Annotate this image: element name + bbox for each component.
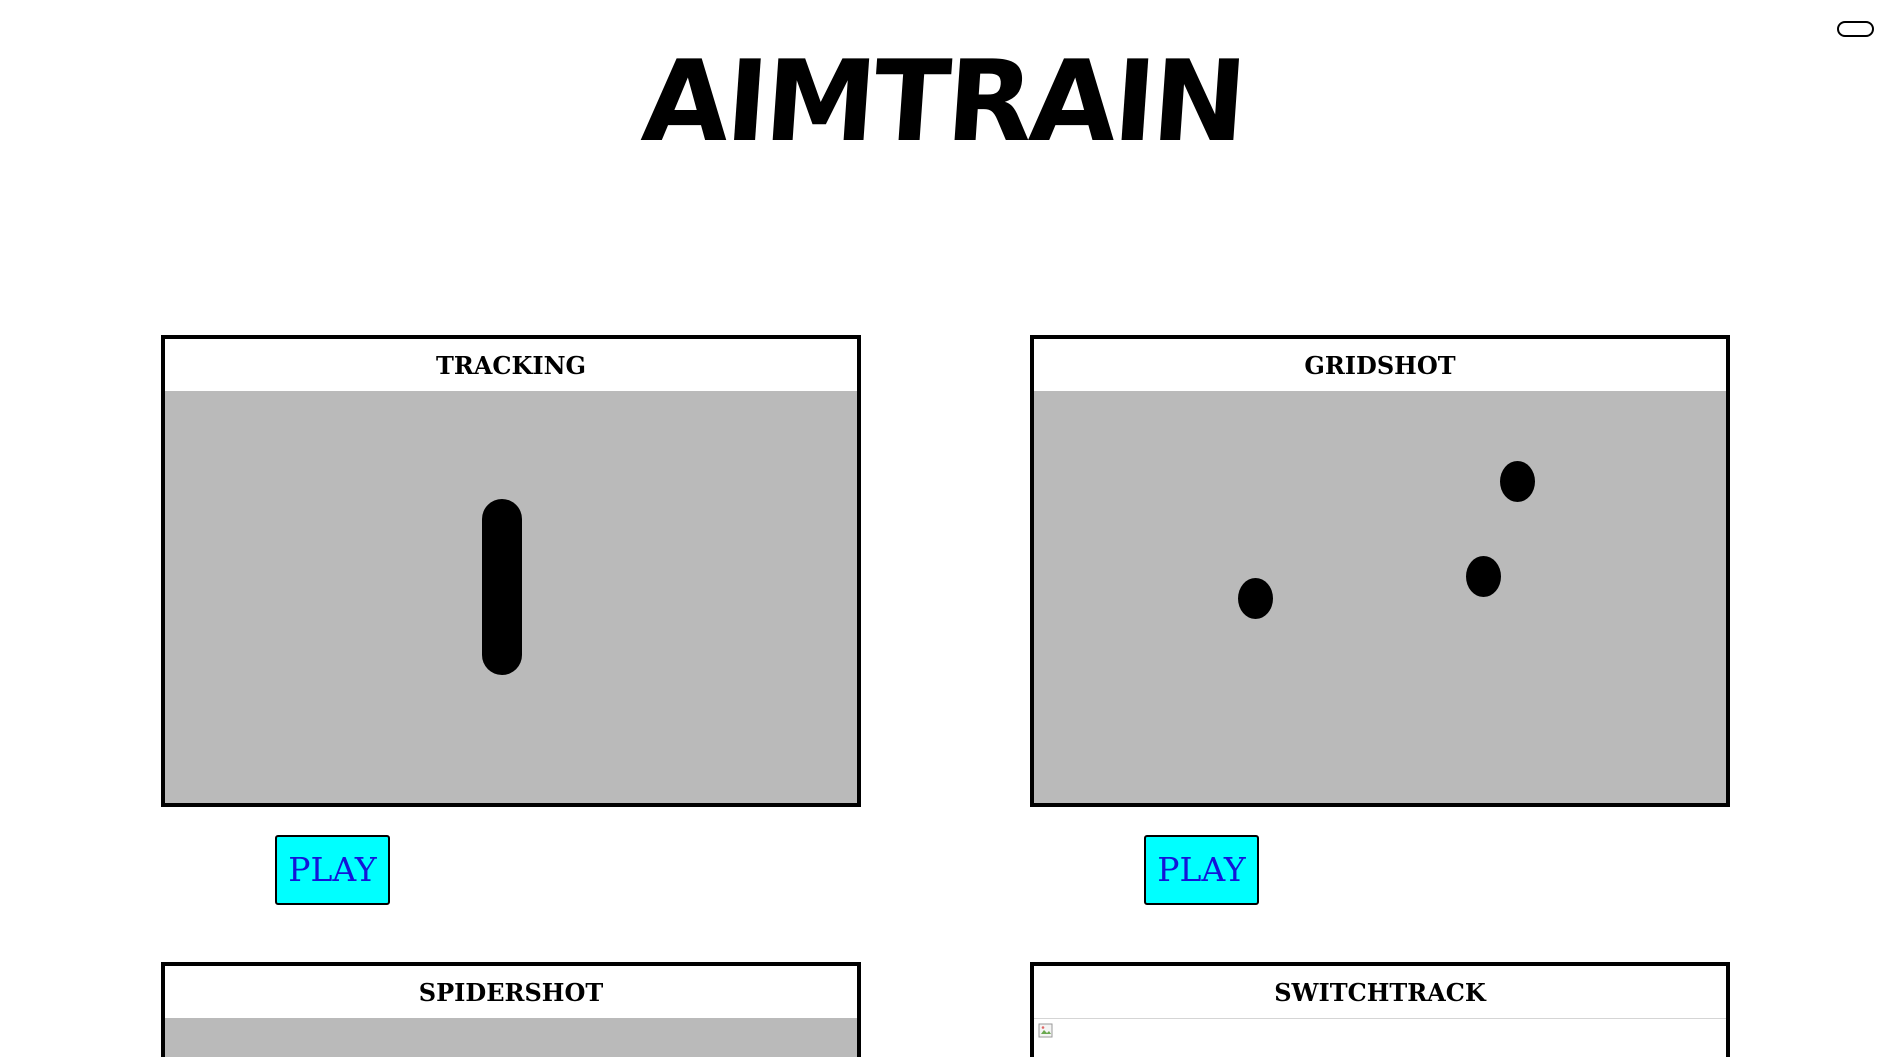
mode-card-switchtrack: SWITCHTRACK <box>1030 962 1730 1057</box>
mode-title: SPIDERSHOT <box>418 978 604 1007</box>
gridshot-target <box>1238 578 1273 619</box>
mode-card-spidershot: SPIDERSHOT <box>161 962 861 1057</box>
mode-title: GRIDSHOT <box>1304 351 1456 380</box>
theme-toggle[interactable] <box>1837 21 1874 37</box>
mode-preview <box>165 391 857 803</box>
gridshot-target <box>1500 461 1535 502</box>
gridshot-target <box>1466 556 1501 597</box>
mode-preview-image <box>1034 1018 1726 1057</box>
tracking-target <box>482 499 522 675</box>
mode-preview <box>1034 391 1726 803</box>
play-button-tracking[interactable]: PLAY <box>275 835 390 905</box>
mode-title: TRACKING <box>435 351 587 380</box>
play-button-gridshot[interactable]: PLAY <box>1144 835 1259 905</box>
broken-image-icon <box>1038 1023 1053 1038</box>
mode-card-gridshot: GRIDSHOT <box>1030 335 1730 807</box>
page: AIMTRAIN TRACKING PLAY GRIDSHOT PLAY SPI… <box>0 0 1886 1057</box>
mode-preview <box>165 1018 857 1057</box>
mode-title: SWITCHTRACK <box>1274 978 1486 1007</box>
mode-card-tracking: TRACKING <box>161 335 861 807</box>
page-title: AIMTRAIN <box>638 37 1248 167</box>
